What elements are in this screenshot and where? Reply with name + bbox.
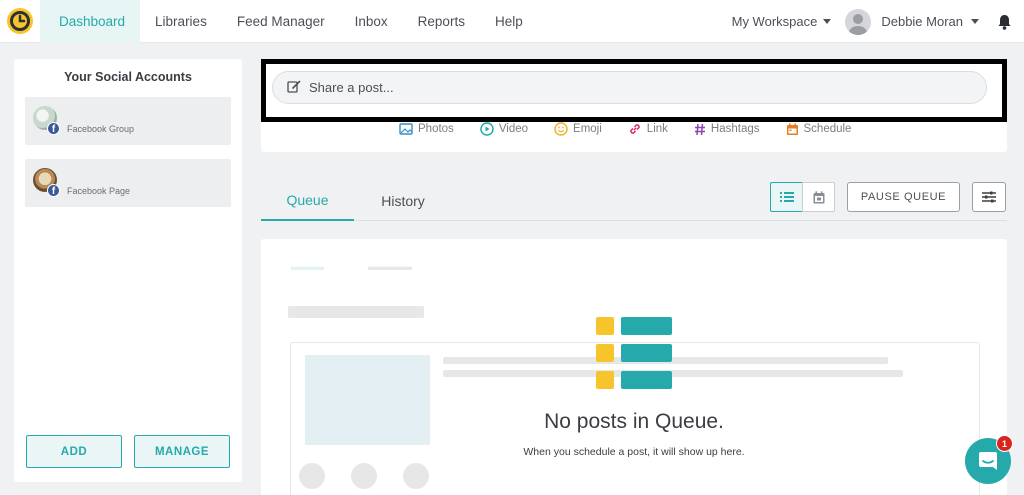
ghost-avatar [299, 463, 325, 489]
schedule-button[interactable]: Schedule [786, 122, 852, 136]
chat-icon [979, 452, 997, 470]
facebook-icon: f [47, 184, 60, 197]
ghost-tab: ▬▬▬ [291, 261, 324, 273]
account-label: Facebook Page [67, 186, 131, 196]
calendar-icon [813, 190, 824, 203]
account-item-facebook-group[interactable]: f Facebook Group [25, 97, 231, 145]
nav-reports[interactable]: Reports [403, 0, 480, 43]
hashtag-icon [694, 123, 705, 135]
chat-notification-badge: 1 [996, 435, 1013, 452]
edit-icon [287, 80, 301, 96]
chevron-down-icon [971, 19, 979, 24]
pause-queue-button[interactable]: PAUSE QUEUE [847, 182, 960, 212]
emoji-button[interactable]: Emoji [554, 122, 602, 136]
bell-icon[interactable] [997, 14, 1012, 30]
share-post-placeholder: Share a post... [309, 80, 394, 95]
emoji-icon [554, 122, 568, 136]
post-composer: Share a post... Photos Video Emoji Link … [261, 59, 1007, 152]
calendar-view-button[interactable] [802, 182, 835, 212]
chevron-down-icon [823, 19, 832, 24]
nav-help[interactable]: Help [480, 0, 538, 43]
sliders-icon [982, 191, 996, 203]
emoji-label: Emoji [573, 123, 602, 135]
tab-queue[interactable]: Queue [261, 180, 354, 221]
video-button[interactable]: Video [480, 122, 528, 136]
account-item-facebook-page[interactable]: f Facebook Page [25, 159, 231, 207]
nav-dashboard[interactable]: Dashboard [40, 0, 141, 43]
ghost-date [288, 306, 424, 318]
account-label: Facebook Group [67, 124, 135, 134]
list-icon [779, 192, 794, 202]
empty-queue-title: No posts in Queue. [544, 410, 724, 433]
avatar[interactable] [845, 8, 872, 35]
hashtags-button[interactable]: Hashtags [694, 122, 760, 136]
queue-panel: ▬▬▬ ▬▬▬▬ No posts in Queue. When you sch… [261, 239, 1007, 495]
nav-libraries[interactable]: Libraries [140, 0, 222, 43]
queue-empty-icon [596, 317, 672, 389]
user-menu[interactable]: Debbie Moran [881, 14, 979, 29]
top-nav: Dashboard Libraries Feed Manager Inbox R… [0, 0, 1024, 43]
photos-label: Photos [418, 123, 454, 135]
schedule-label: Schedule [803, 123, 852, 135]
link-button[interactable]: Link [628, 122, 668, 136]
share-post-input[interactable]: Share a post... [272, 71, 987, 104]
workspace-dropdown[interactable]: My Workspace [732, 14, 832, 29]
empty-queue-subtitle: When you schedule a post, it will show u… [523, 446, 745, 458]
list-view-button[interactable] [770, 182, 803, 212]
panel-title: Your Social Accounts [64, 70, 192, 84]
link-label: Link [646, 123, 668, 135]
video-label: Video [498, 123, 529, 135]
manage-accounts-button[interactable]: MANAGE [134, 435, 230, 468]
hashtags-label: Hashtags [710, 123, 760, 135]
nav-feed-manager[interactable]: Feed Manager [222, 0, 340, 43]
filter-settings-button[interactable] [972, 182, 1006, 212]
play-icon [480, 122, 494, 136]
nav-inbox[interactable]: Inbox [340, 0, 403, 43]
app-logo-icon[interactable] [0, 0, 40, 43]
composer-actions: Photos Video Emoji Link Hashtags Schedul… [399, 122, 877, 136]
user-name: Debbie Moran [881, 14, 963, 29]
social-accounts-panel: Your Social Accounts f Facebook Group f … [14, 59, 242, 482]
add-account-button[interactable]: ADD [26, 435, 122, 468]
workspace-label: My Workspace [731, 14, 818, 29]
ghost-tab: ▬▬▬▬ [368, 261, 412, 273]
tab-history[interactable]: History [362, 180, 444, 221]
facebook-icon: f [47, 122, 60, 135]
calendar-icon [786, 123, 798, 135]
photos-button[interactable]: Photos [399, 122, 454, 136]
photo-icon [399, 123, 413, 135]
ghost-avatar [351, 463, 377, 489]
ghost-avatar [403, 463, 429, 489]
link-icon [630, 124, 640, 134]
